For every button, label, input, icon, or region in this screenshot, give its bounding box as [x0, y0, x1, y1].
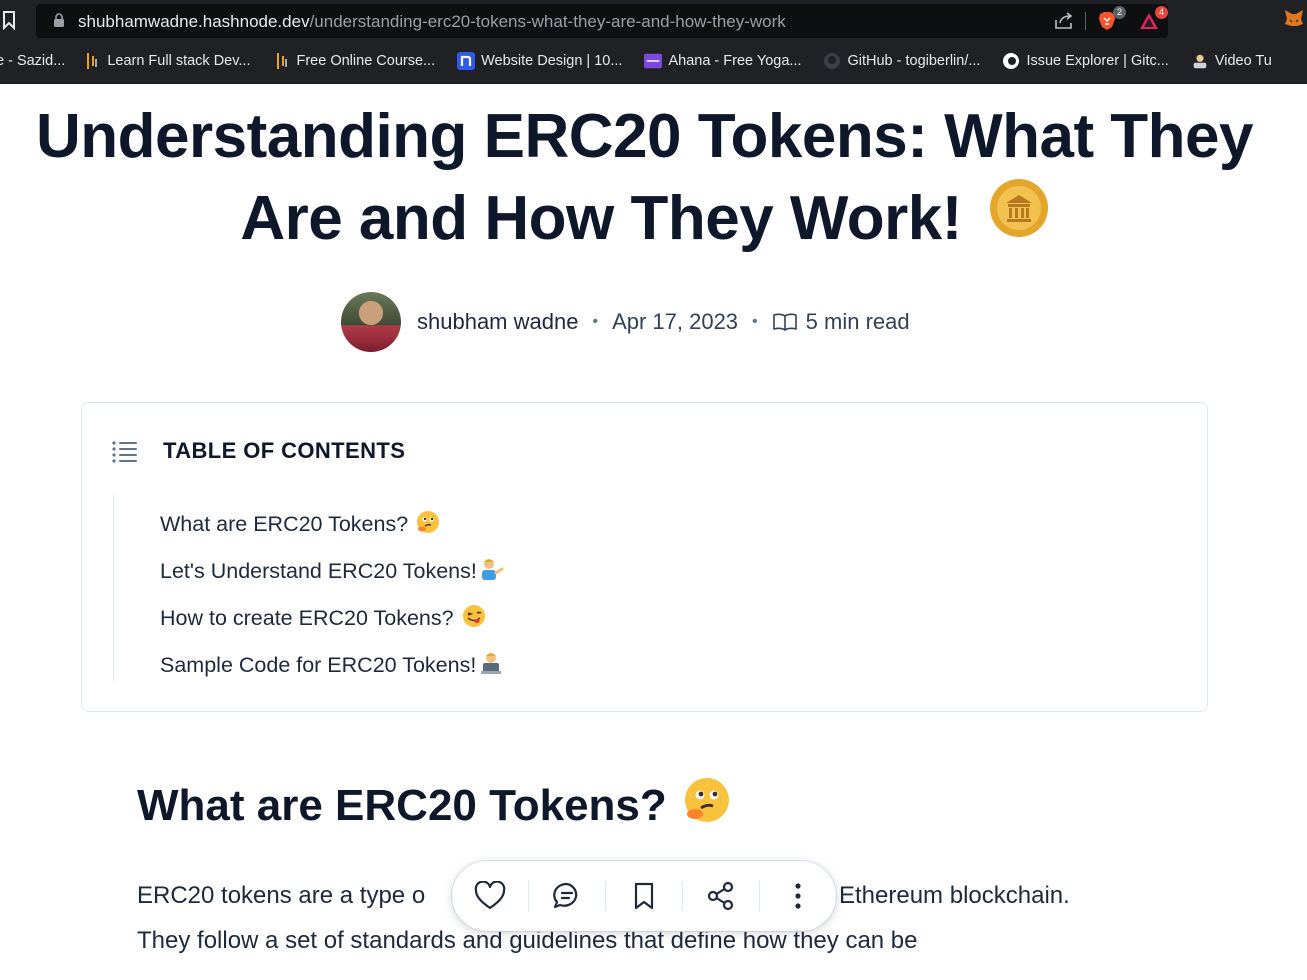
list-icon [112, 441, 137, 463]
author-name[interactable]: shubham wadne [417, 309, 578, 335]
action-divider [759, 881, 760, 911]
toc-link-label: What are ERC20 Tokens? [160, 512, 409, 536]
toc-link[interactable]: How to create ERC20 Tokens? [160, 595, 505, 642]
browser-chrome: shubhamwadne.hashnode.dev/understanding-… [0, 0, 1307, 84]
toc-link[interactable]: Let's Understand ERC20 Tokens! [160, 548, 505, 595]
bookmark-item[interactable]: e - Sazid... [0, 53, 65, 69]
bookmark-icon [634, 882, 654, 910]
table-of-contents: TABLE OF CONTENTS What are ERC20 Tokens?… [81, 402, 1208, 712]
more-options-button[interactable] [776, 874, 820, 918]
coin-emoji-icon [989, 177, 1049, 259]
action-divider [605, 881, 606, 911]
toc-list: What are ERC20 Tokens? Let's Understand … [160, 501, 505, 689]
bar-icon [83, 52, 101, 70]
toolbar-divider [1085, 12, 1086, 30]
bookmarks-bar: e - Sazid... Learn Full stack Dev... Fre… [0, 44, 1307, 78]
paragraph-line-1-start: ERC20 tokens are a type o [137, 882, 426, 909]
toc-rail [113, 495, 114, 681]
bookmark-item[interactable]: Website Design | 10... [457, 52, 622, 70]
bookmark-label: GitHub - togiberlin/... [847, 53, 981, 69]
share-button[interactable] [699, 874, 743, 918]
bookmark-page-icon[interactable] [2, 10, 16, 30]
bookmark-label: e - Sazid... [0, 53, 66, 69]
brave-shields-button[interactable]: 2 [1096, 6, 1126, 32]
toc-link[interactable]: What are ERC20 Tokens? [160, 501, 505, 548]
face-savoring-food-icon [462, 604, 486, 634]
article-meta: shubham wadne • Apr 17, 2023 • 5 min rea… [341, 292, 910, 352]
section-heading: What are ERC20 Tokens? [137, 776, 731, 835]
bookmark-button[interactable] [622, 874, 666, 918]
section-heading-text: What are ERC20 Tokens? [137, 780, 667, 830]
rewards-count-badge: 4 [1155, 6, 1168, 19]
publish-date: Apr 17, 2023 [612, 309, 739, 334]
toc-link-label: How to create ERC20 Tokens? [160, 606, 454, 630]
bookmark-item[interactable]: Free Online Course... [273, 52, 436, 70]
bookmark-item[interactable]: GitHub - togiberlin/... [823, 52, 980, 70]
address-bar-actions: 2 4 [1053, 6, 1168, 33]
paragraph-line-1-end: Ethereum blockchain. [839, 882, 1070, 909]
colorlib-icon [644, 52, 663, 70]
url-text[interactable]: shubhamwadne.hashnode.dev/understanding-… [78, 12, 786, 32]
bookmark-label: Video Tu [1214, 53, 1272, 69]
toc-link-label: Let's Understand ERC20 Tokens! [160, 559, 477, 583]
floating-action-bar [452, 861, 836, 931]
share-page-icon[interactable] [1053, 11, 1075, 31]
action-divider [682, 881, 683, 911]
brave-rewards-button[interactable]: 4 [1138, 6, 1168, 32]
bookmark-item[interactable]: Issue Explorer | Gitc... [1002, 52, 1169, 70]
article-title: Understanding ERC20 Tokens: What They Ar… [0, 96, 1289, 260]
heart-icon [474, 881, 506, 910]
url-host: shubhamwadne.hashnode.dev [78, 12, 310, 31]
author-avatar[interactable] [341, 292, 401, 352]
read-time: 5 min read [805, 309, 910, 334]
bookmark-label: Issue Explorer | Gitc... [1026, 53, 1169, 69]
avatar-icon [1191, 52, 1209, 70]
bookmark-item[interactable]: Learn Full stack Dev... [83, 52, 251, 70]
thinking-face-icon [416, 510, 440, 540]
toc-link-label: Sample Code for ERC20 Tokens! [160, 653, 477, 677]
metamask-fox-icon[interactable] [1283, 8, 1305, 28]
share-icon [707, 881, 734, 911]
meta-separator: • [592, 313, 599, 330]
shields-count-badge: 2 [1113, 6, 1126, 19]
bookmark-item[interactable]: Ahana - Free Yoga... [644, 52, 801, 70]
n-icon [457, 52, 476, 70]
gitcoin-icon [1002, 52, 1020, 70]
bookmark-item[interactable]: Video Tu [1191, 52, 1272, 70]
article-title-line-2: Are and How They Work! [240, 184, 962, 253]
like-button[interactable] [468, 874, 512, 918]
toc-link[interactable]: Sample Code for ERC20 Tokens! [160, 642, 505, 689]
address-bar[interactable]: shubhamwadne.hashnode.dev/understanding-… [36, 4, 1168, 38]
comment-button[interactable] [545, 874, 589, 918]
url-path: /understanding-erc20-tokens-what-they-ar… [309, 12, 786, 31]
action-divider [528, 881, 529, 911]
more-vertical-icon [795, 883, 801, 909]
toc-heading: TABLE OF CONTENTS [163, 438, 406, 463]
comment-icon [553, 882, 578, 909]
bookmark-label: Website Design | 10... [481, 53, 623, 69]
lock-icon[interactable] [53, 13, 65, 28]
bar-icon [273, 52, 291, 70]
meta-separator: • [752, 313, 758, 330]
technologist-icon [478, 651, 504, 681]
person-tipping-hand-icon [479, 557, 505, 587]
book-open-icon [772, 313, 797, 331]
bookmark-label: Ahana - Free Yoga... [668, 53, 802, 69]
github-icon [823, 52, 841, 70]
thinking-face-icon [683, 776, 731, 835]
article-title-line-1: Understanding ERC20 Tokens: What They [35, 102, 1254, 171]
bookmark-label: Learn Full stack Dev... [107, 53, 251, 69]
bookmark-label: Free Online Course... [296, 53, 436, 69]
